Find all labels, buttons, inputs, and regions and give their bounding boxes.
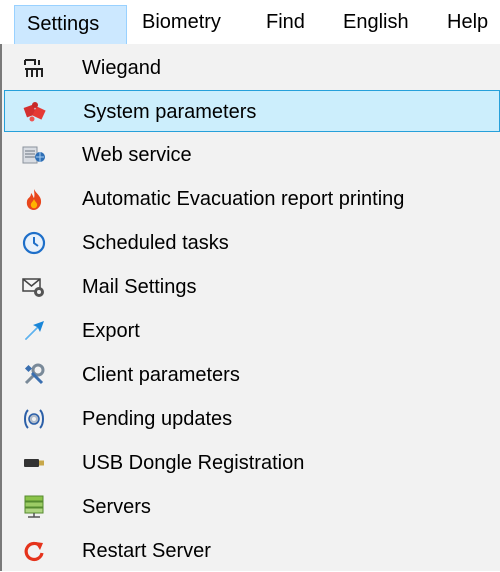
export-arrow-icon <box>22 319 46 343</box>
menu-item-scheduled-tasks[interactable]: Scheduled tasks <box>4 222 500 264</box>
menu-item-web-service[interactable]: Web service <box>4 134 500 176</box>
menu-biometry-label: Biometry <box>142 11 221 33</box>
menu-item-mail-settings[interactable]: Mail Settings <box>4 266 500 308</box>
menu-english-label: English <box>343 11 409 33</box>
web-service-icon <box>22 143 46 167</box>
menu-item-servers[interactable]: Servers <box>4 486 500 528</box>
menu-item-label: System parameters <box>83 101 257 123</box>
menu-help-label: Help <box>447 11 489 33</box>
puzzle-icon <box>23 100 47 124</box>
menu-item-label: Web service <box>82 144 192 166</box>
settings-dropdown-menu: Wiegand System parameters Web service Au… <box>0 44 500 571</box>
clock-icon <box>22 231 46 255</box>
fire-icon <box>22 187 46 211</box>
tools-icon <box>22 363 46 387</box>
menu-item-label: USB Dongle Registration <box>82 452 305 474</box>
menu-item-usb-dongle-registration[interactable]: USB Dongle Registration <box>4 442 500 484</box>
menu-item-label: Client parameters <box>82 364 240 386</box>
update-gear-icon <box>22 407 46 431</box>
menu-item-export[interactable]: Export <box>4 310 500 352</box>
menu-item-label: Mail Settings <box>82 276 197 298</box>
restart-icon <box>22 539 46 563</box>
menu-item-label: Automatic Evacuation report printing <box>82 188 405 210</box>
menu-item-restart-server[interactable]: Restart Server <box>4 530 500 572</box>
menu-item-wiegand[interactable]: Wiegand <box>4 47 500 89</box>
menu-item-client-parameters[interactable]: Client parameters <box>4 354 500 396</box>
menu-find[interactable]: Find <box>266 6 305 38</box>
menu-item-pending-updates[interactable]: Pending updates <box>4 398 500 440</box>
menu-item-label: Scheduled tasks <box>82 232 229 254</box>
menu-item-system-parameters[interactable]: System parameters <box>4 90 500 132</box>
menu-find-label: Find <box>266 11 305 33</box>
menu-item-label: Restart Server <box>82 540 211 562</box>
menu-item-label: Export <box>82 320 140 342</box>
menu-help[interactable]: Help <box>447 6 488 38</box>
servers-icon <box>22 495 46 519</box>
menu-item-label: Pending updates <box>82 408 233 430</box>
menu-english[interactable]: English <box>343 6 409 38</box>
menu-item-label: Wiegand <box>82 57 161 79</box>
menu-settings[interactable]: Settings <box>14 5 127 45</box>
wiegand-icon <box>22 56 46 80</box>
menu-biometry[interactable]: Biometry <box>142 6 221 38</box>
mail-gear-icon <box>22 275 46 299</box>
menu-item-label: Servers <box>82 496 151 518</box>
usb-dongle-icon <box>22 451 46 475</box>
menu-settings-label: Settings <box>27 13 100 35</box>
menu-bar: Settings Biometry Find English Help <box>0 0 500 45</box>
menu-item-automatic-evacuation[interactable]: Automatic Evacuation report printing <box>4 178 500 220</box>
